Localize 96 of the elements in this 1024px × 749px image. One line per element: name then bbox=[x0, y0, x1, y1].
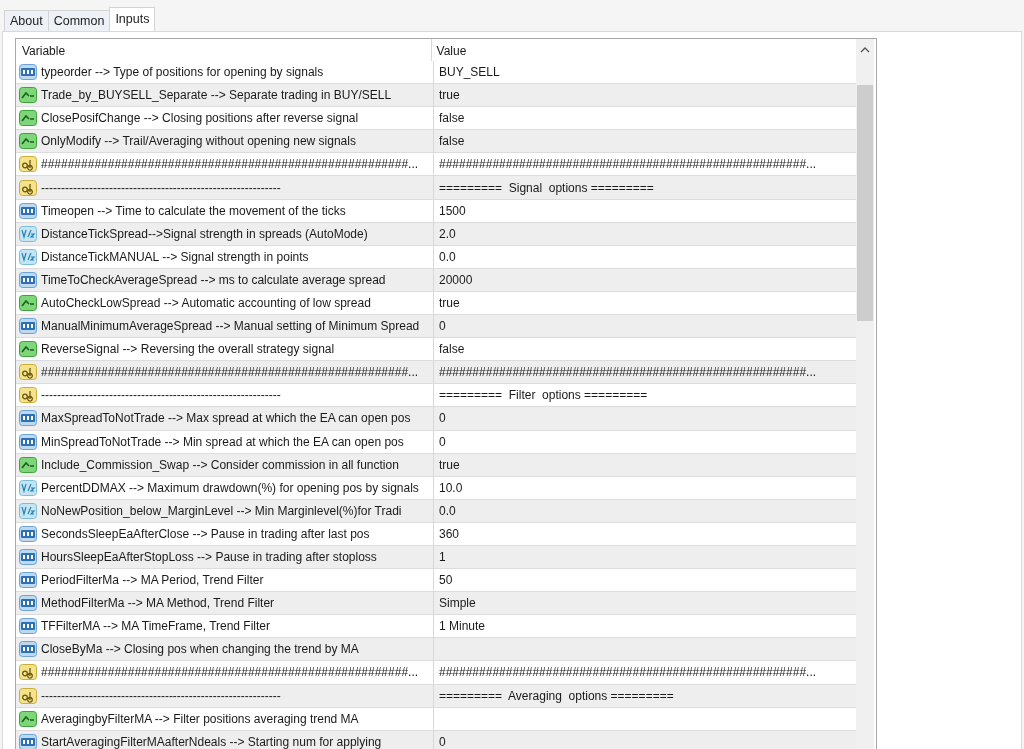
text-icon bbox=[19, 179, 37, 196]
integer-icon bbox=[19, 202, 37, 219]
text-icon bbox=[19, 387, 37, 404]
fraction-icon bbox=[19, 479, 37, 496]
variable-name: AveragingbyFilterMA --> Filter positions averaging trend MA bbox=[41, 711, 359, 726]
integer-icon bbox=[19, 318, 37, 335]
variable-name: OnlyModify --> Trail/Averaging without opening new signals bbox=[41, 134, 356, 149]
variable-name: Timeopen --> Time to calculate the movement of the ticks bbox=[41, 203, 346, 218]
variable-name: #######################################################... bbox=[41, 365, 419, 380]
text-icon bbox=[19, 664, 37, 681]
tab[interactable]: Common bbox=[47, 10, 111, 31]
variable-value[interactable]: 1500 bbox=[434, 203, 466, 218]
variable-name: ------------------------------------------------------------ bbox=[41, 388, 281, 403]
variable-name: Trade_by_BUYSELL_Separate --> Separate trading in BUY/SELL bbox=[41, 88, 392, 103]
boolean-icon bbox=[19, 295, 37, 311]
variable-value[interactable]: 0 bbox=[434, 734, 446, 749]
integer-icon bbox=[19, 595, 37, 612]
variable-name: AutoCheckLowSpread --> Automatic accounting of low spread bbox=[41, 296, 371, 310]
variable-value[interactable]: #######################################################... bbox=[434, 365, 817, 380]
boolean-icon bbox=[19, 341, 37, 358]
tab[interactable]: About bbox=[4, 10, 49, 31]
variable-value[interactable]: false bbox=[434, 342, 465, 357]
variable-value[interactable]: true bbox=[434, 457, 460, 472]
scroll-up-icon[interactable] bbox=[860, 47, 870, 53]
variable-name: SecondsSleepEaAfterClose --> Pause in trading after last pos bbox=[41, 526, 370, 541]
variable-value[interactable]: #######################################################... bbox=[434, 157, 817, 172]
variable-value[interactable]: 1 bbox=[434, 550, 446, 564]
variable-value[interactable]: ========= Averaging options ========= bbox=[434, 688, 674, 703]
integer-icon bbox=[19, 641, 37, 658]
scrollbar-thumb[interactable] bbox=[857, 85, 873, 321]
variable-name: PercentDDMAX --> Maximum drawdown(%) for opening pos by signals bbox=[41, 480, 419, 495]
variable-name: ------------------------------------------------------------ bbox=[41, 180, 281, 195]
integer-icon bbox=[19, 433, 37, 450]
variable-value[interactable]: 0 bbox=[434, 319, 446, 334]
variable-name: MinSpreadToNotTrade --> Min spread at which the EA can open pos bbox=[41, 434, 404, 449]
variable-value[interactable]: Simple bbox=[434, 596, 476, 611]
variable-name: ------------------------------------------------------------ bbox=[41, 688, 281, 703]
variable-value[interactable]: 0 bbox=[434, 411, 446, 426]
integer-icon bbox=[19, 271, 37, 288]
boolean-icon bbox=[19, 710, 37, 727]
variable-value[interactable]: false bbox=[434, 134, 465, 149]
variable-name: DistanceTickSpread-->Signal strength in spreads (AutoMode) bbox=[41, 226, 368, 241]
variable-name: TFFilterMA --> MA TimeFrame, Trend Filter bbox=[41, 619, 271, 634]
variable-value[interactable]: 2.0 bbox=[434, 226, 456, 241]
integer-icon bbox=[19, 549, 37, 565]
integer-icon bbox=[19, 733, 37, 749]
variable-name: MaxSpreadToNotTrade --> Max spread at which the EA can open pos bbox=[41, 411, 411, 426]
text-icon bbox=[19, 364, 37, 381]
boolean-icon bbox=[19, 133, 37, 150]
variable-value[interactable]: 0 bbox=[434, 434, 446, 449]
fraction-icon bbox=[19, 248, 37, 265]
variable-value[interactable]: false bbox=[434, 111, 465, 126]
variable-value[interactable]: 20000 bbox=[434, 272, 473, 287]
variable-name: DistanceTickMANUAL --> Signal strength in points bbox=[41, 249, 309, 264]
integer-icon bbox=[19, 410, 37, 427]
variable-name: #######################################################... bbox=[41, 157, 419, 172]
boolean-icon bbox=[19, 87, 37, 104]
column-header[interactable]: Value bbox=[431, 39, 856, 61]
variable-value[interactable]: 0.0 bbox=[434, 503, 456, 518]
text-icon bbox=[19, 687, 37, 704]
variable-name: ReverseSignal --> Reversing the overall strategy signal bbox=[41, 342, 335, 357]
variable-name: CloseByMa --> Closing pos when changing the trend by MA bbox=[41, 642, 359, 657]
fraction-icon bbox=[19, 225, 37, 242]
variable-value[interactable]: 0.0 bbox=[434, 249, 456, 264]
column-header[interactable]: Variable bbox=[16, 39, 432, 61]
variable-name: HoursSleepEaAfterStopLoss --> Pause in trading after stoploss bbox=[41, 550, 377, 564]
boolean-icon bbox=[19, 456, 37, 473]
variable-value[interactable]: 10.0 bbox=[434, 480, 463, 495]
variable-name: TimeToCheckAverageSpread --> ms to calculate average spread bbox=[41, 272, 386, 287]
text-icon bbox=[19, 156, 37, 173]
variable-value[interactable]: #######################################################... bbox=[434, 665, 817, 680]
variable-name: Include_Commission_Swap --> Consider commission in all function bbox=[41, 457, 399, 472]
variable-name: StartAveragingFilterMAafterNdeals --> Starting num for applying bbox=[41, 734, 382, 749]
variable-name: ManualMinimumAverageSpread --> Manual setting of Minimum Spread bbox=[41, 319, 420, 334]
integer-icon bbox=[19, 525, 37, 542]
variable-value[interactable]: true bbox=[434, 88, 460, 103]
integer-icon bbox=[19, 572, 37, 589]
variable-name: #######################################################... bbox=[41, 665, 419, 680]
scrollbar[interactable] bbox=[856, 39, 874, 749]
integer-icon bbox=[19, 64, 37, 81]
variable-name: ClosePosifChange --> Closing positions after reverse signal bbox=[41, 111, 359, 126]
variable-value[interactable]: 1 Minute bbox=[434, 619, 486, 634]
tab[interactable]: Inputs bbox=[109, 7, 156, 31]
variable-value[interactable]: BUY_SELL bbox=[434, 65, 500, 80]
variable-value[interactable]: ========= Signal options ========= bbox=[434, 180, 654, 195]
boolean-icon bbox=[19, 110, 37, 127]
variable-value[interactable]: ========= Filter options ========= bbox=[434, 388, 648, 403]
variable-name: typeorder --> Type of positions for opening by signals bbox=[41, 65, 324, 80]
fraction-icon bbox=[19, 502, 37, 519]
variable-value[interactable]: 50 bbox=[434, 573, 453, 588]
variable-name: PeriodFilterMa --> MA Period, Trend Filter bbox=[41, 573, 264, 588]
variable-name: NoNewPosition_below_MarginLevel --> Min Marginlevel(%)for Tradi bbox=[41, 503, 402, 518]
variable-value[interactable]: 360 bbox=[434, 526, 460, 541]
variable-name: MethodFilterMa --> MA Method, Trend Filter bbox=[41, 596, 275, 611]
variable-value[interactable]: true bbox=[434, 296, 460, 310]
integer-icon bbox=[19, 618, 37, 635]
